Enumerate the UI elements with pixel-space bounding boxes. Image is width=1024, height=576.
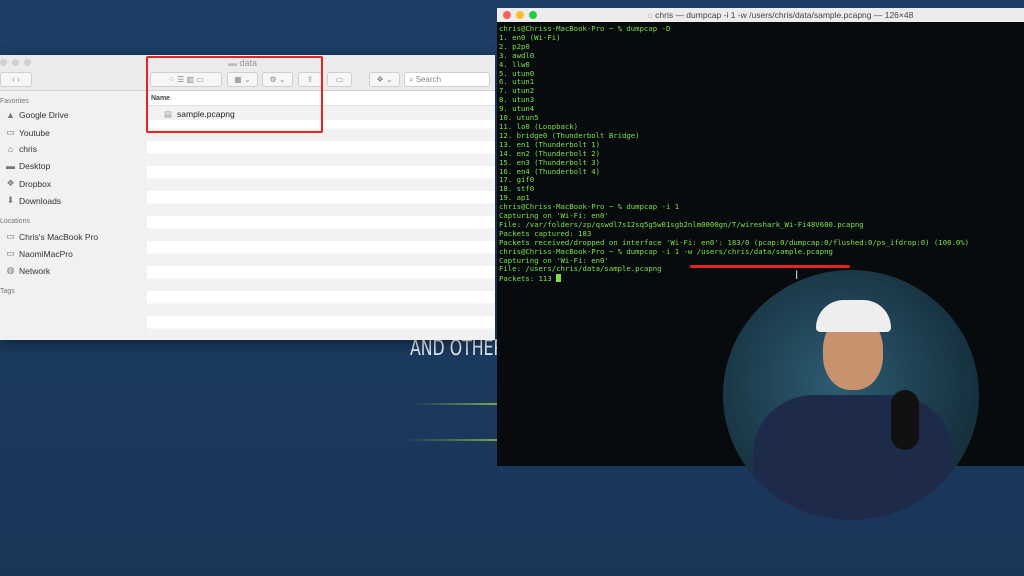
sidebar-item-youtube[interactable]: ▭ Youtube [5, 127, 50, 138]
terminal-line: 4. llw0 [499, 59, 530, 69]
laptop-icon: ▭ [6, 248, 15, 258]
terminal-line: 2. p2p0 [499, 41, 530, 51]
finder-sidebar: Favorites ▲ Google Drive ▭ Youtube ⌂ chris … [0, 91, 147, 340]
terminal-line: Packets: 113 [499, 274, 1022, 284]
terminal-line: 17. gif0 [499, 175, 535, 185]
terminal-titlebar: ⌂ chris — dumpcap -i 1 -w /users/chris/d… [497, 8, 1024, 22]
downloads-icon: ⬇ [6, 195, 15, 205]
terminal-line: 8. utun3 [499, 95, 535, 105]
sidebar-item-dropbox[interactable]: ❖ Dropbox [5, 178, 51, 189]
laptop-icon: ▭ [6, 231, 15, 241]
sidebar-item-network[interactable]: ◍ Network [5, 265, 51, 276]
zoom-button[interactable] [529, 11, 537, 19]
locations-header: Locations [0, 218, 30, 225]
terminal-line: 18. stf0 [499, 184, 535, 194]
tag-button[interactable]: ▭ [327, 72, 352, 87]
sidebar-item-downloads[interactable]: ⬇ Downloads [5, 195, 61, 206]
network-icon: ◍ [6, 265, 15, 275]
tags-header: Tags [0, 288, 15, 295]
google-drive-icon: ▲ [6, 110, 15, 120]
home-icon: ⌂ [7, 144, 14, 154]
terminal-output[interactable]: chris@Chriss-MacBook-Pro ~ % dumpcap -D 1… [497, 22, 1024, 287]
search-icon: ⌕ [409, 74, 416, 84]
terminal-line: 16. en4 (Thunderbolt 4) [499, 166, 601, 176]
terminal-title: chris — dumpcap -i 1 -w /users/chris/dat… [655, 10, 914, 20]
highlight-underline [690, 265, 850, 268]
terminal-line: 1. en0 (Wi-Fi) [499, 32, 561, 42]
presenter-shirt [753, 395, 953, 520]
back-forward-button[interactable]: ‹ › [0, 72, 32, 87]
sidebar-item-google-drive[interactable]: ▲ Google Drive [5, 110, 69, 120]
terminal-line: chris@Chriss-MacBook-Pro ~ % dumpcap -D [499, 24, 671, 33]
close-button[interactable] [0, 59, 7, 66]
webcam-overlay [723, 270, 979, 520]
dropbox-icon: ❖ [6, 178, 15, 188]
zoom-button[interactable] [24, 59, 31, 66]
minimize-button[interactable] [12, 59, 19, 66]
terminal-line: 3. awdl0 [499, 50, 535, 60]
search-input[interactable]: ⌕ Search [404, 72, 490, 87]
sidebar-item-desktop[interactable]: ▬ Desktop [5, 161, 50, 171]
sidebar-item-naomimacpro[interactable]: ▭ NaomiMacPro [5, 248, 73, 259]
favorites-header: Favorites [0, 98, 29, 105]
terminal-line: 9. utun4 [499, 104, 535, 114]
terminal-line: 6. utun1 [499, 77, 535, 87]
presenter-cap [816, 300, 891, 332]
minimize-button[interactable] [516, 11, 524, 19]
highlight-box [146, 56, 323, 133]
close-button[interactable] [503, 11, 511, 19]
terminal-cursor [556, 274, 562, 283]
terminal-line: 5. utun0 [499, 68, 535, 78]
sidebar-item-macbook[interactable]: ▭ Chris's MacBook Pro [5, 231, 98, 242]
desktop-icon: ▬ [6, 161, 15, 171]
dropbox-button[interactable]: ❖ ⌄ [369, 72, 400, 87]
sidebar-item-chris[interactable]: ⌂ chris [5, 144, 37, 154]
folder-icon: ▭ [6, 127, 15, 137]
microphone [891, 390, 919, 450]
terminal-line: 7. utun2 [499, 86, 535, 96]
